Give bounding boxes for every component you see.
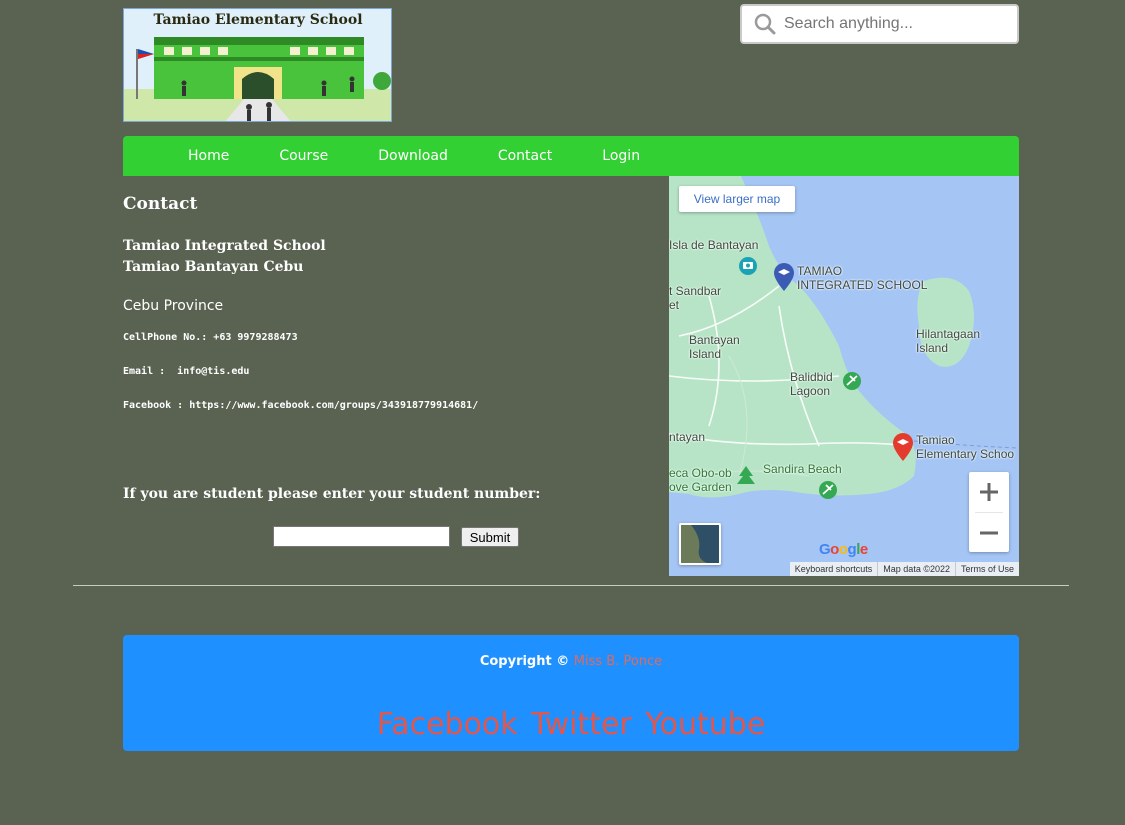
nav-download[interactable]: Download <box>353 136 473 176</box>
map-label-balidbid: Balidbid Lagoon <box>790 370 833 398</box>
section-divider <box>73 585 1069 586</box>
map-label-tamiao-integrated: TAMIAO INTEGRATED SCHOOL <box>797 264 928 292</box>
keyboard-shortcuts-link[interactable]: Keyboard shortcuts <box>790 562 878 576</box>
zoom-controls <box>969 472 1009 552</box>
satellite-toggle-button[interactable] <box>679 523 721 565</box>
page-title: Contact <box>123 194 198 214</box>
satellite-thumbnail-icon <box>681 525 719 563</box>
beach-pin-icon <box>819 481 837 499</box>
google-logo: Google <box>819 541 868 558</box>
google-map[interactable]: Isla de Bantayan TAMIAO INTEGRATED SCHOO… <box>669 176 1019 576</box>
map-data-text: Map data ©2022 <box>877 562 955 576</box>
logo-text: Tamiao Elementary School <box>153 12 362 28</box>
terms-of-use-link[interactable]: Terms of Use <box>954 562 1019 576</box>
phone-line: CellPhone No.: +63 9979288473 <box>123 332 298 343</box>
school-name: Tamiao Integrated School <box>123 238 326 254</box>
minus-icon <box>980 531 998 535</box>
school-logo: Tamiao Elementary School <box>123 8 392 122</box>
copyright-line: Copyright © Miss B. Ponce <box>123 654 1019 669</box>
map-label-ntayan: ntayan <box>669 430 706 444</box>
camera-pin-icon <box>739 257 757 275</box>
nav-course[interactable]: Course <box>254 136 353 176</box>
nav-contact[interactable]: Contact <box>473 136 577 176</box>
school-address: Tamiao Bantayan Cebu <box>123 259 304 275</box>
search-icon <box>746 6 784 42</box>
map-label-hilantagaan: Hilantagaan Island <box>916 327 981 355</box>
zoom-in-button[interactable] <box>969 472 1009 512</box>
author-link[interactable]: Miss B. Ponce <box>574 654 662 669</box>
facebook-line: Facebook : https://www.facebook.com/grou… <box>123 400 479 411</box>
submit-button[interactable]: Submit <box>461 527 519 547</box>
main-nav: Home Course Download Contact Login <box>123 136 1019 176</box>
nav-login[interactable]: Login <box>577 136 665 176</box>
student-number-input[interactable] <box>273 526 450 547</box>
map-attribution-bar: Keyboard shortcuts Map data ©2022 Terms … <box>789 562 1019 576</box>
map-label-sandbar: t Sandbar et <box>669 284 722 312</box>
province-text: Cebu Province <box>123 298 224 314</box>
view-larger-map-button[interactable]: View larger map <box>679 186 795 212</box>
map-canvas <box>669 176 1019 576</box>
map-label-tamiao-elementary: Tamiao Elementary Schoo <box>916 433 1015 461</box>
youtube-link[interactable]: Youtube <box>645 707 765 742</box>
search-input[interactable] <box>784 9 1009 39</box>
map-label-bantayan-island: Bantayan Island <box>689 333 740 361</box>
twitter-link[interactable]: Twitter <box>531 707 632 742</box>
zoom-out-button[interactable] <box>969 513 1009 553</box>
nav-home[interactable]: Home <box>163 136 254 176</box>
map-label-isla: Isla de Bantayan <box>669 238 759 252</box>
social-links: Facebook Twitter Youtube <box>123 707 1019 742</box>
plus-icon <box>980 483 998 501</box>
footer: Copyright © Miss B. Ponce Facebook Twitt… <box>123 635 1019 751</box>
facebook-link[interactable]: Facebook <box>377 707 518 742</box>
map-label-sandira: Sandira Beach <box>763 462 842 476</box>
copyright-label: Copyright © <box>479 654 570 669</box>
student-number-prompt: If you are student please enter your stu… <box>123 486 541 502</box>
park-pin-icon <box>843 372 861 390</box>
email-line: Email : info@tis.edu <box>123 366 250 377</box>
map-label-obo-ob: eca Obo-ob ove Garden <box>669 466 732 494</box>
search-box[interactable] <box>740 4 1019 44</box>
